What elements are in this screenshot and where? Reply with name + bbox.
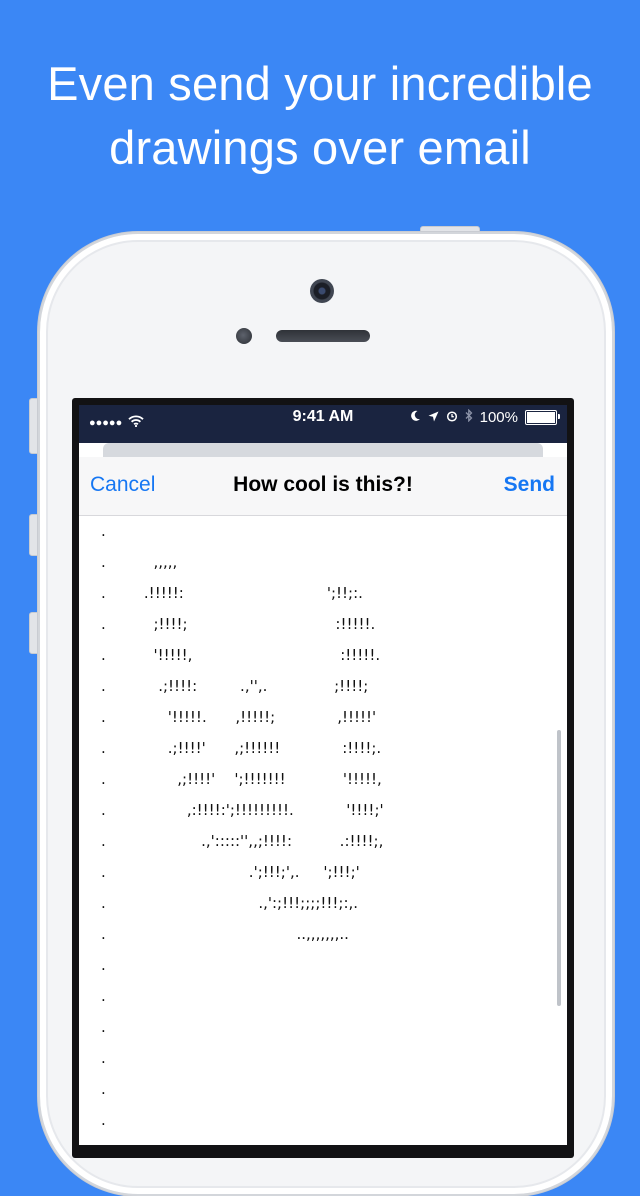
location-arrow-icon [428,409,439,426]
headline: Even send your incredible drawings over … [0,52,640,180]
compose-navigation-bar: Cancel How cool is this?! Send [79,457,567,516]
phone-screen: ●●●●● 9:41 AM 100% Cancel How cool is th… [79,405,567,1145]
drawing-line: . ;!!!!; :!!!!!. [101,615,376,633]
earpiece-speaker [276,330,370,342]
bluetooth-icon [465,408,473,426]
drawing-line: . .,':::::'',,;!!!!: .:!!!!;, [101,832,384,850]
headline-line-2: drawings over email [109,121,531,174]
battery-icon [525,410,560,425]
scrollbar[interactable] [557,730,561,1006]
background-sheet [103,443,543,457]
front-camera-icon [310,279,334,303]
battery-percent: 100% [479,409,518,426]
drawing-line: . [101,1049,106,1067]
drawing-line: . [101,956,106,974]
proximity-sensor-icon [236,328,252,344]
ascii-drawing: . . ,,,,, . .!!!!!: ';!!;:. . ;!!!!; :!!!!!… [101,516,384,1136]
drawing-line: . [101,1111,106,1129]
drawing-line: . .;!!!!: .,'',. ;!!!!; [101,677,369,695]
drawing-line: . .;!!!!' ,;!!!!!! :!!!!;. [101,739,382,757]
status-bar: ●●●●● 9:41 AM 100% [79,405,567,443]
cancel-button[interactable]: Cancel [90,473,155,497]
drawing-line: . ..,,,,,,,.. [101,925,349,943]
drawing-line: . [101,987,106,1005]
drawing-line: . ,;!!!!' ';!!!!!!! '!!!!!, [101,770,382,788]
drawing-line: . [101,1080,106,1098]
headline-line-1: Even send your incredible [47,57,593,110]
drawing-line: . .';!!!;',. ';!!!;' [101,863,360,881]
drawing-line: . ,:!!!!:';!!!!!!!!!. '!!!!;' [101,801,384,819]
moon-icon [409,409,421,426]
drawing-line: . '!!!!!, :!!!!!. [101,646,381,664]
drawing-line: . ,,,,, [101,553,178,571]
drawing-line: . '!!!!!. ,!!!!!; ,!!!!!' [101,708,377,726]
email-body[interactable]: . . ,,,,, . .!!!!!: ';!!;:. . ;!!!!; :!!!!!… [79,516,567,1145]
drawing-line: . .!!!!!: ';!!;:. [101,584,363,602]
send-button[interactable]: Send [504,473,555,497]
drawing-line: . .,':;!!!;;;;!!!;:,. [101,894,359,912]
drawing-line: . [101,1018,106,1036]
alarm-icon [446,409,458,426]
drawing-line: . [101,522,106,540]
